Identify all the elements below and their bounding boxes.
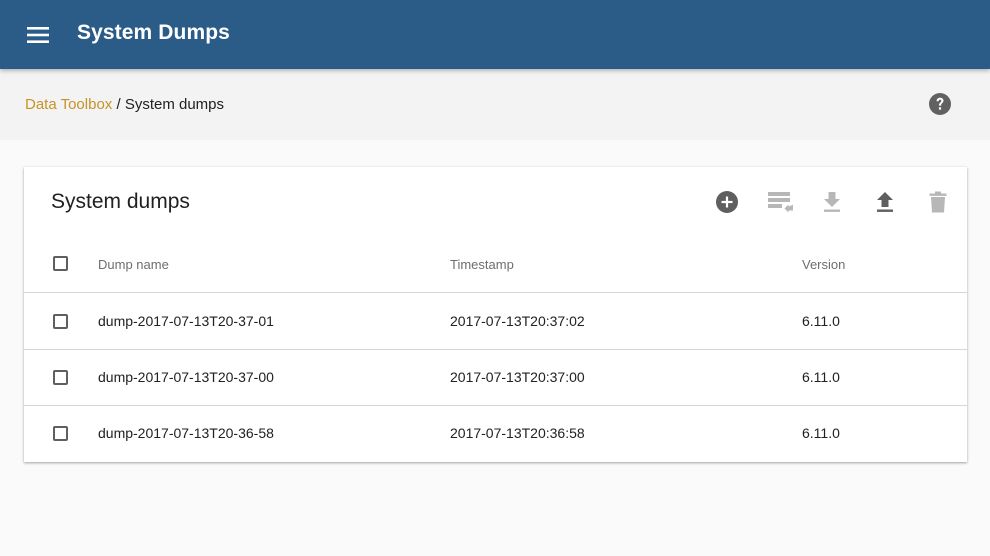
download-icon <box>824 192 840 212</box>
restore-dump-button[interactable] <box>766 188 794 216</box>
version-cell: 6.11.0 <box>802 313 840 329</box>
app-title: System Dumps <box>77 21 230 44</box>
dump-name-cell: dump-2017-07-13T20-36-58 <box>98 425 274 441</box>
header-dump-name[interactable]: Dump name <box>98 257 169 272</box>
version-cell: 6.11.0 <box>802 425 840 441</box>
menu-icon <box>27 27 49 43</box>
card-title: System dumps <box>51 190 190 213</box>
row-checkbox[interactable] <box>53 314 68 329</box>
breadcrumb-bar: Data Toolbox / System dumps <box>0 69 990 140</box>
delete-icon <box>929 191 947 213</box>
table-header: Dump name Timestamp Version <box>24 237 967 293</box>
dump-name-cell: dump-2017-07-13T20-37-01 <box>98 313 274 329</box>
menu-button[interactable] <box>24 21 52 49</box>
row-checkbox[interactable] <box>53 370 68 385</box>
add-circle-icon <box>716 191 738 213</box>
timestamp-cell: 2017-07-13T20:36:58 <box>450 425 585 441</box>
header-version[interactable]: Version <box>802 257 845 272</box>
help-icon <box>929 93 951 115</box>
help-button[interactable] <box>928 92 952 116</box>
breadcrumb-separator: / <box>112 96 125 113</box>
breadcrumb: Data Toolbox / System dumps <box>25 96 224 113</box>
upload-icon <box>877 192 893 212</box>
delete-dump-button[interactable] <box>924 188 952 216</box>
timestamp-cell: 2017-07-13T20:37:00 <box>450 369 585 385</box>
version-cell: 6.11.0 <box>802 369 840 385</box>
timestamp-cell: 2017-07-13T20:37:02 <box>450 313 585 329</box>
table-row[interactable]: dump-2017-07-13T20-37-00 2017-07-13T20:3… <box>24 350 967 406</box>
app-bar: System Dumps <box>0 0 990 69</box>
header-timestamp[interactable]: Timestamp <box>450 257 514 272</box>
download-dump-button[interactable] <box>818 188 846 216</box>
breadcrumb-current: System dumps <box>124 96 225 113</box>
breadcrumb-link-data-toolbox[interactable]: Data Toolbox <box>25 96 112 113</box>
upload-dump-button[interactable] <box>871 188 899 216</box>
dump-name-cell: dump-2017-07-13T20-37-00 <box>98 369 274 385</box>
row-checkbox[interactable] <box>53 426 68 441</box>
restore-dump-icon <box>768 192 793 213</box>
table-row[interactable]: dump-2017-07-13T20-37-01 2017-07-13T20:3… <box>24 294 967 350</box>
system-dumps-card: System dumps Dump name Timestamp Version… <box>24 167 967 462</box>
table-row[interactable]: dump-2017-07-13T20-36-58 2017-07-13T20:3… <box>24 406 967 462</box>
add-dump-button[interactable] <box>713 188 741 216</box>
select-all-checkbox[interactable] <box>53 256 68 271</box>
